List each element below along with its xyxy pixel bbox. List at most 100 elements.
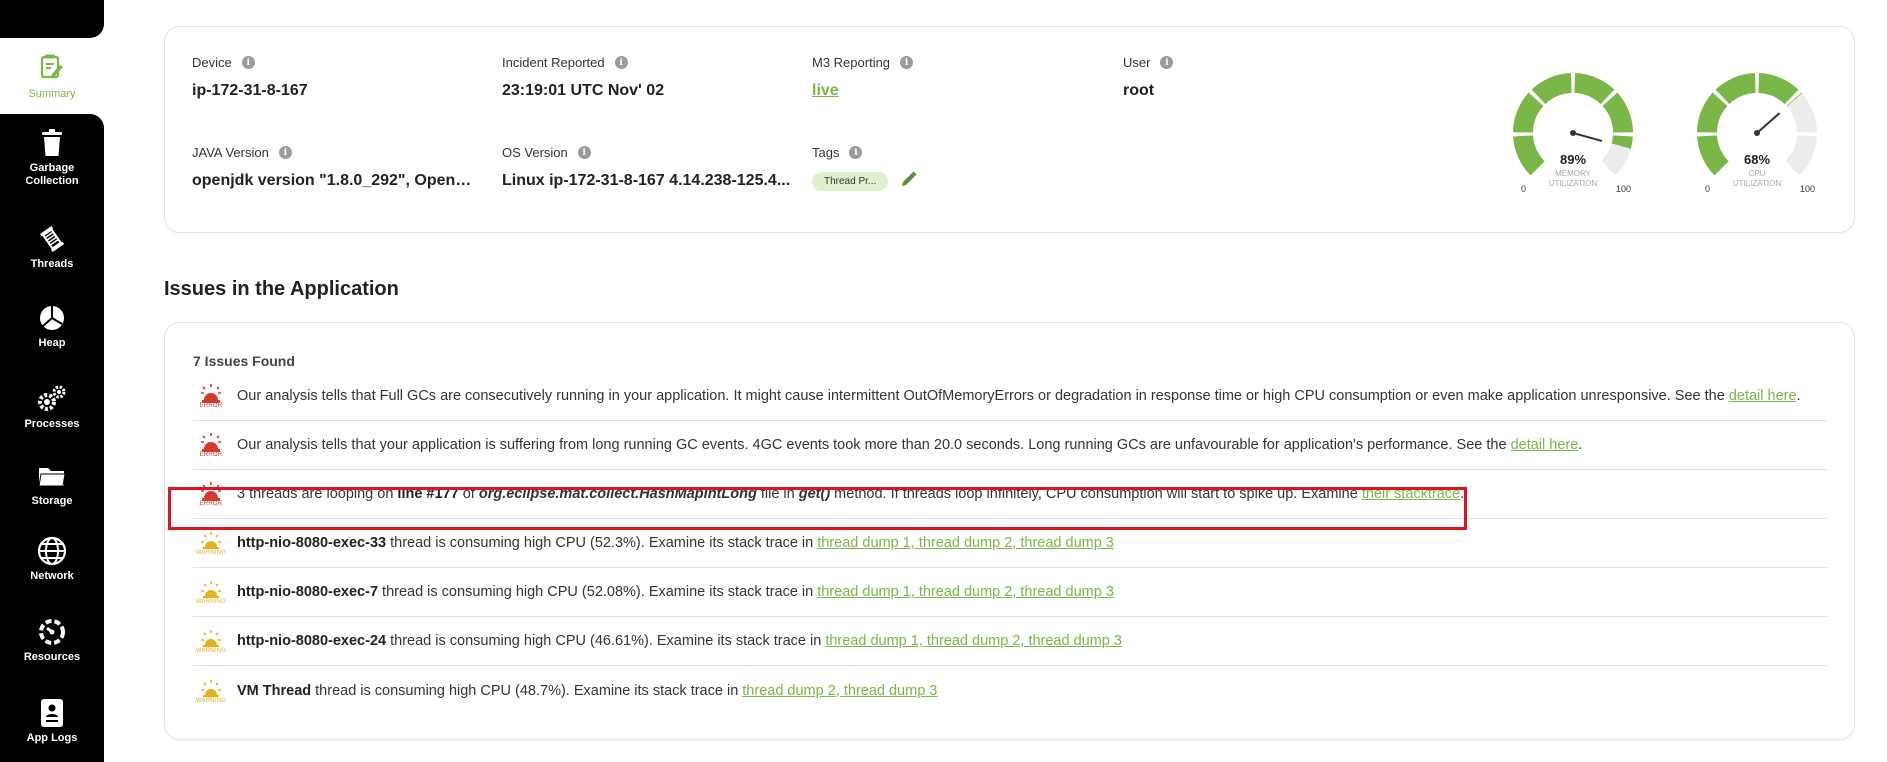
warning-badge: WARNING — [193, 628, 229, 654]
info-icon[interactable]: i — [577, 146, 591, 159]
info-icon[interactable]: i — [900, 56, 914, 69]
sun-icon — [201, 581, 221, 598]
issue-row: ERROR Our analysis tells that your applic… — [193, 421, 1827, 470]
sidebar-item-summary[interactable]: Summary — [0, 38, 104, 114]
issue-message: Our analysis tells that your application… — [237, 437, 1582, 453]
java-version-value: openjdk version "1.8.0_292", OpenJ... — [192, 172, 477, 189]
sidebar-item-garbage-collection[interactable]: Garbage Collection — [0, 128, 104, 188]
user-label: User — [1123, 55, 1151, 70]
sidebar-item-label: Network — [30, 570, 74, 582]
sidebar-item-storage[interactable]: Storage — [0, 461, 104, 508]
tags-field: Tags i Thread Pr... — [812, 145, 1092, 193]
sidebar-item-processes[interactable]: Processes — [0, 384, 104, 431]
error-badge: ERROR — [193, 432, 229, 458]
issue-message: VM Thread thread is consuming high CPU (… — [237, 683, 937, 699]
sidebar-item-label: Storage — [31, 495, 73, 507]
cpu-gauge-caption-2: UTILIZATION — [1733, 179, 1782, 188]
severity-label: WARNING — [195, 697, 227, 704]
cpu-gauge-min: 0 — [1705, 184, 1710, 194]
issues-title: Issues in the Application — [164, 278, 399, 300]
severity-label: ERROR — [199, 452, 223, 458]
info-icon[interactable]: i — [278, 146, 292, 159]
issue-link[interactable]: thread dump 1, thread dump 2, thread dum… — [817, 584, 1114, 600]
issue-link[interactable]: detail here — [1729, 388, 1797, 404]
resources-icon — [37, 617, 67, 647]
sun-icon — [201, 679, 221, 697]
memory-gauge-percent: 89% — [1560, 152, 1586, 167]
issue-emphasis: http-nio-8080-exec-7 — [237, 584, 379, 600]
os-version-label: OS Version — [502, 145, 568, 160]
alarm-icon — [201, 433, 221, 452]
device-field: Device i ip-172-31-8-167 — [192, 55, 472, 100]
sidebar-item-resources[interactable]: Resources — [0, 617, 104, 664]
user-value: root — [1123, 82, 1155, 99]
sidebar-item-app-logs[interactable]: App Logs — [0, 698, 104, 745]
m3-reporting-label: M3 Reporting — [812, 55, 891, 70]
edit-pencil-icon[interactable] — [900, 170, 918, 193]
sidebar-item-label: Threads — [30, 258, 74, 270]
os-version-field: OS Version i Linux ip-172-31-8-167 4.14.2… — [502, 145, 794, 190]
issues-card: 7 Issues Found ERROR Our analysis tells t… — [164, 322, 1855, 740]
issue-row: WARNING http-nio-8080-exec-7 thread is co… — [193, 568, 1827, 617]
device-value: ip-172-31-8-167 — [192, 82, 308, 99]
info-icon[interactable]: i — [849, 146, 863, 159]
issue-text: Our analysis tells that your application… — [237, 437, 1511, 453]
os-version-value: Linux ip-172-31-8-167 4.14.238-125.4... — [502, 172, 791, 189]
cpu-gauge-percent: 68% — [1744, 152, 1770, 167]
warning-badge: WARNING — [193, 678, 229, 704]
trash-icon — [37, 128, 67, 158]
issue-link[interactable]: thread dump 1, thread dump 2, thread dum… — [825, 633, 1122, 649]
sidebar-item-label: Garbage Collection — [25, 162, 79, 187]
sidebar-item-heap[interactable]: Heap — [0, 303, 104, 350]
severity-label: WARNING — [195, 550, 227, 556]
folder-icon — [37, 461, 67, 491]
issue-link[interactable]: detail here — [1511, 437, 1579, 453]
memory-gauge-caption-1: MEMORY — [1555, 169, 1592, 178]
issue-message: Our analysis tells that Full GCs are con… — [237, 388, 1801, 404]
java-version-field: JAVA Version i openjdk version "1.8.0_292… — [192, 145, 477, 190]
issue-text: . — [1578, 437, 1583, 453]
issue-link[interactable]: thread dump 1, thread dump 2, thread dum… — [817, 535, 1114, 551]
incident-label: Incident Reported — [502, 55, 605, 70]
app-logs-icon — [37, 698, 67, 728]
summary-card: Device i ip-172-31-8-167 Incident Reporte… — [164, 26, 1855, 233]
issue-link[interactable]: thread dump 2, thread dump 3 — [742, 683, 937, 699]
severity-label: WARNING — [195, 648, 227, 654]
issues-count: 7 Issues Found — [193, 353, 295, 369]
gears-icon — [37, 384, 67, 414]
issue-row: ERROR Our analysis tells that Full GCs ar… — [193, 372, 1827, 421]
sidebar-item-label: Processes — [24, 418, 80, 430]
tag-pill[interactable]: Thread Pr... — [812, 172, 889, 191]
issue-row: WARNING VM Thread thread is consuming hig… — [193, 666, 1827, 715]
pie-chart-icon — [37, 303, 67, 333]
sun-icon — [201, 630, 221, 647]
warning-badge: WARNING — [193, 579, 229, 605]
incident-value: 23:19:01 UTC Nov' 02 — [502, 82, 665, 99]
info-icon[interactable]: i — [241, 56, 255, 69]
issue-message: http-nio-8080-exec-7 thread is consuming… — [237, 584, 1114, 600]
info-icon[interactable]: i — [614, 56, 628, 69]
sidebar: Summary Garbage Collection Threads Heap … — [0, 0, 104, 762]
issue-emphasis: VM Thread — [237, 682, 312, 699]
sidebar-item-label: Resources — [23, 651, 81, 663]
memory-gauge-min: 0 — [1521, 184, 1526, 194]
issue-emphasis: http-nio-8080-exec-33 — [237, 535, 387, 551]
summary-icon — [37, 52, 67, 82]
info-icon[interactable]: i — [1160, 56, 1174, 69]
java-version-label: JAVA Version — [192, 145, 269, 160]
sidebar-item-label: Summary — [28, 88, 76, 100]
issue-message: http-nio-8080-exec-24 thread is consumin… — [237, 633, 1122, 649]
m3-reporting-link[interactable]: live — [812, 82, 1092, 100]
sidebar-item-threads[interactable]: Threads — [0, 224, 104, 271]
sidebar-item-network[interactable]: Network — [0, 536, 104, 583]
cpu-gauge: 68% CPU UTILIZATION 0 100 — [1677, 53, 1837, 213]
issue-text: . — [1796, 388, 1801, 404]
issue-text: thread is consuming high CPU (46.61%). E… — [386, 633, 826, 649]
severity-label: WARNING — [195, 599, 227, 605]
issue-text: thread is consuming high CPU (48.7%). Ex… — [311, 682, 743, 699]
issue-text: thread is consuming high CPU (52.3%). Ex… — [386, 535, 818, 551]
alarm-icon — [201, 384, 221, 403]
threads-icon — [37, 224, 67, 254]
issue-text: Our analysis tells that Full GCs are con… — [237, 388, 1729, 404]
warning-badge: WARNING — [193, 530, 229, 556]
